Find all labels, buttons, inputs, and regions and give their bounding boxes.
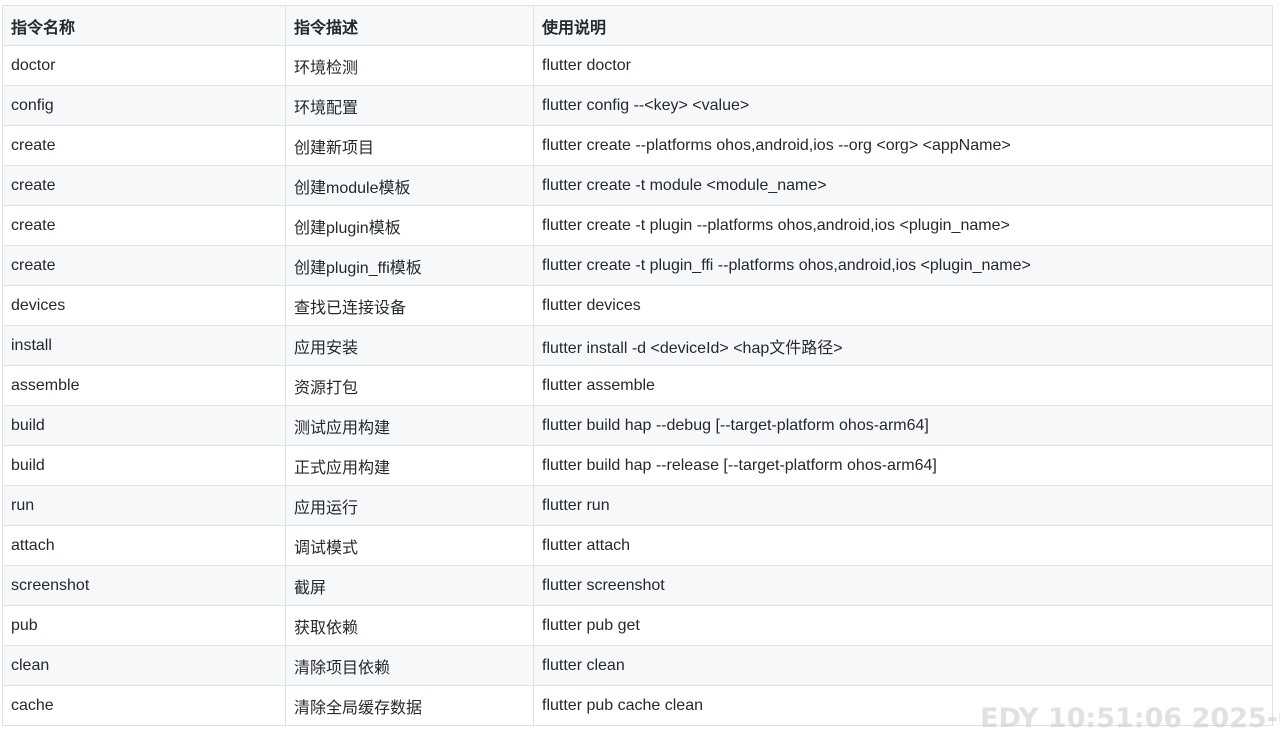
cell-usage: flutter assemble (533, 365, 1273, 406)
cell-command-description: 应用运行 (285, 485, 534, 526)
cell-command-name: build (2, 445, 286, 486)
cell-command-name: assemble (2, 365, 286, 406)
cell-usage: flutter clean (533, 645, 1273, 686)
cell-usage: flutter build hap --debug [--target-plat… (533, 405, 1273, 446)
command-table-container: 指令名称 指令描述 使用说明 doctor 环境检测 flutter docto… (2, 5, 1273, 726)
table-row: create 创建plugin_ffi模板 flutter create -t … (2, 245, 1273, 286)
cell-command-name: pub (2, 605, 286, 646)
table-row: create 创建新项目 flutter create --platforms … (2, 125, 1273, 166)
table-row: create 创建plugin模板 flutter create -t plug… (2, 205, 1273, 246)
cell-command-description: 截屏 (285, 565, 534, 606)
cell-command-description: 环境配置 (285, 85, 534, 126)
cell-command-description: 查找已连接设备 (285, 285, 534, 326)
table-row: build 测试应用构建 flutter build hap --debug [… (2, 405, 1273, 446)
cell-command-description: 创建module模板 (285, 165, 534, 206)
cell-command-name: cache (2, 685, 286, 726)
cell-usage: flutter create -t module <module_name> (533, 165, 1273, 206)
cell-usage: flutter devices (533, 285, 1273, 326)
cell-usage: flutter pub cache clean (533, 685, 1273, 726)
table-row: create 创建module模板 flutter create -t modu… (2, 165, 1273, 206)
table-row: config 环境配置 flutter config --<key> <valu… (2, 85, 1273, 126)
cell-command-name: clean (2, 645, 286, 686)
cell-command-description: 测试应用构建 (285, 405, 534, 446)
header-command-description: 指令描述 (285, 5, 534, 46)
cell-command-name: build (2, 405, 286, 446)
table-row: devices 查找已连接设备 flutter devices (2, 285, 1273, 326)
cell-usage: flutter install -d <deviceId> <hap文件路径> (533, 325, 1273, 366)
cell-command-name: create (2, 125, 286, 166)
cell-command-description: 清除全局缓存数据 (285, 685, 534, 726)
table-row: install 应用安装 flutter install -d <deviceI… (2, 325, 1273, 366)
cell-usage: flutter doctor (533, 45, 1273, 86)
cell-command-name: screenshot (2, 565, 286, 606)
cell-command-description: 环境检测 (285, 45, 534, 86)
cell-usage: flutter build hap --release [--target-pl… (533, 445, 1273, 486)
cell-command-description: 正式应用构建 (285, 445, 534, 486)
cell-usage: flutter create --platforms ohos,android,… (533, 125, 1273, 166)
table-row: doctor 环境检测 flutter doctor (2, 45, 1273, 86)
cell-command-name: attach (2, 525, 286, 566)
cell-command-description: 获取依赖 (285, 605, 534, 646)
cell-command-description: 清除项目依赖 (285, 645, 534, 686)
cell-command-name: create (2, 245, 286, 286)
command-table: 指令名称 指令描述 使用说明 doctor 环境检测 flutter docto… (2, 5, 1273, 726)
header-usage: 使用说明 (533, 5, 1273, 46)
cell-command-description: 调试模式 (285, 525, 534, 566)
table-row: assemble 资源打包 flutter assemble (2, 365, 1273, 406)
cell-command-name: create (2, 165, 286, 206)
cell-command-name: config (2, 85, 286, 126)
cell-command-description: 资源打包 (285, 365, 534, 406)
table-row: run 应用运行 flutter run (2, 485, 1273, 526)
table-row: screenshot 截屏 flutter screenshot (2, 565, 1273, 606)
cell-command-name: run (2, 485, 286, 526)
cell-command-name: create (2, 205, 286, 246)
table-row: clean 清除项目依赖 flutter clean (2, 645, 1273, 686)
cell-command-description: 创建新项目 (285, 125, 534, 166)
cell-command-name: devices (2, 285, 286, 326)
cell-command-description: 创建plugin_ffi模板 (285, 245, 534, 286)
cell-usage: flutter config --<key> <value> (533, 85, 1273, 126)
cell-usage: flutter screenshot (533, 565, 1273, 606)
cell-command-name: install (2, 325, 286, 366)
cell-usage: flutter run (533, 485, 1273, 526)
cell-usage: flutter create -t plugin_ffi --platforms… (533, 245, 1273, 286)
cell-command-description: 创建plugin模板 (285, 205, 534, 246)
cell-usage: flutter pub get (533, 605, 1273, 646)
cell-command-description: 应用安装 (285, 325, 534, 366)
table-header-row: 指令名称 指令描述 使用说明 (2, 5, 1273, 46)
table-row: build 正式应用构建 flutter build hap --release… (2, 445, 1273, 486)
cell-usage: flutter create -t plugin --platforms oho… (533, 205, 1273, 246)
table-row: cache 清除全局缓存数据 flutter pub cache clean (2, 685, 1273, 726)
table-row: attach 调试模式 flutter attach (2, 525, 1273, 566)
cell-command-name: doctor (2, 45, 286, 86)
table-row: pub 获取依赖 flutter pub get (2, 605, 1273, 646)
cell-usage: flutter attach (533, 525, 1273, 566)
header-command-name: 指令名称 (2, 5, 286, 46)
